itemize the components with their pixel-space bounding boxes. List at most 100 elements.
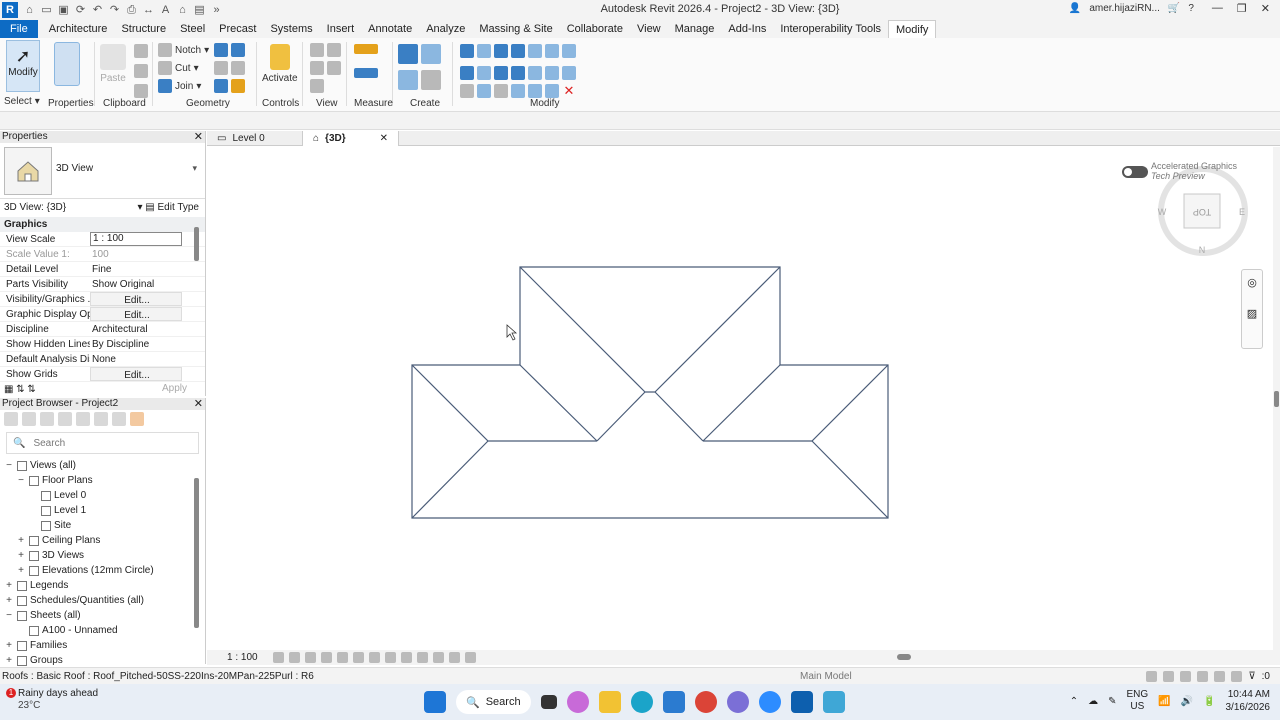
collapse-icon[interactable]: − — [4, 458, 14, 473]
property-value[interactable]: 1 : 100 — [90, 232, 182, 246]
revit-app-icon[interactable] — [790, 691, 813, 713]
volume-icon[interactable]: 🔊 — [1181, 696, 1193, 707]
view-scale[interactable]: 1 : 100 — [227, 650, 258, 665]
maximize-icon[interactable]: ❐ — [1237, 2, 1247, 15]
tab-steel[interactable]: Steel — [173, 20, 212, 38]
graphics-section[interactable]: Graphics — [0, 217, 205, 232]
view-tool-1[interactable] — [310, 43, 341, 57]
analytical-icon[interactable] — [448, 652, 460, 663]
close-icon[interactable]: ✕ — [194, 131, 203, 143]
navigation-bar[interactable]: ◎ ▨ — [1241, 269, 1263, 349]
notch-button[interactable]: Notch ▾ — [158, 43, 209, 57]
property-row[interactable]: Scale Value 1: 100 — [0, 247, 205, 262]
property-row[interactable]: Default Analysis Dis...None — [0, 352, 205, 367]
tree-item[interactable]: − Sheets (all) — [0, 608, 205, 623]
taskbar-search[interactable]: 🔍 Search — [456, 690, 531, 714]
expand-icon[interactable]: + — [16, 548, 26, 563]
visual-style-icon[interactable] — [288, 652, 300, 663]
expand-icon[interactable]: + — [4, 653, 14, 668]
tab-insert[interactable]: Insert — [320, 20, 362, 38]
property-row[interactable]: Detail Level Fine — [0, 262, 205, 277]
tab-annotate[interactable]: Annotate — [361, 20, 419, 38]
apply-button[interactable]: Apply — [162, 383, 187, 394]
tab-interoperability-tools[interactable]: Interoperability Tools — [773, 20, 888, 38]
tab-analyze[interactable]: Analyze — [419, 20, 472, 38]
cart-icon[interactable]: 🛒 — [1168, 3, 1180, 14]
measure-icon[interactable]: ↔ — [141, 3, 156, 17]
measure-line-icon[interactable] — [354, 68, 378, 78]
property-row[interactable]: Parts Visibility Show Original — [0, 277, 205, 292]
properties-scrollbar[interactable] — [194, 227, 199, 261]
roof-plan-drawing[interactable]: TOP N W E — [207, 147, 1273, 650]
browser-scrollbar[interactable] — [194, 478, 199, 628]
create-parts-icon[interactable] — [398, 70, 441, 90]
aligned-dimension-icon[interactable] — [354, 44, 378, 54]
link-icon[interactable] — [130, 412, 144, 426]
tab-massing-site[interactable]: Massing & Site — [472, 20, 559, 38]
property-value[interactable]: Fine — [90, 262, 182, 276]
edit-button[interactable]: Edit... — [90, 307, 182, 321]
redo-icon[interactable]: ↷ — [107, 3, 122, 17]
collapse-icon[interactable]: − — [16, 473, 26, 488]
battery-icon[interactable]: 🔋 — [1203, 696, 1215, 707]
open-icon[interactable]: ▭ — [39, 3, 54, 17]
tree-item[interactable]: − Floor Plans — [0, 473, 205, 488]
tree-item[interactable]: − Views (all) — [0, 458, 205, 473]
edit-button[interactable]: Edit... — [90, 292, 182, 306]
undo-icon[interactable]: ↶ — [90, 3, 105, 17]
zoom-app-icon[interactable] — [758, 691, 781, 713]
steering-wheel-icon[interactable]: ◎ — [1242, 276, 1262, 289]
cut-button[interactable]: Cut ▾ — [158, 61, 199, 75]
move-icon[interactable] — [460, 66, 576, 80]
geometry-tool-1[interactable] — [214, 43, 245, 57]
user-name[interactable]: amer.hijaziRN... — [1089, 3, 1160, 14]
copy-icon[interactable] — [134, 64, 148, 78]
home-icon[interactable] — [4, 412, 18, 426]
wifi-icon[interactable]: 📶 — [1158, 696, 1170, 707]
expand-icon[interactable]: + — [4, 638, 14, 653]
chrome-icon[interactable] — [694, 691, 717, 713]
active-model[interactable]: Main Model — [800, 668, 852, 685]
user-icon[interactable]: 👤 — [1069, 3, 1081, 14]
task-view-icon[interactable] — [540, 695, 557, 709]
rotate-icon[interactable]: ✕ — [460, 84, 576, 98]
edit-type-button[interactable]: ▾ ▤ Edit Type — [137, 199, 199, 217]
tab-manage[interactable]: Manage — [668, 20, 722, 38]
pen-icon[interactable]: ✎ — [1108, 696, 1116, 707]
drawing-canvas[interactable]: TOP N W E Accelerated Graphics Tech Prev… — [207, 147, 1273, 650]
category-icons[interactable]: ▦ ⇅ ⇅ — [4, 384, 36, 395]
tab-systems[interactable]: Systems — [263, 20, 319, 38]
align-icon[interactable] — [460, 44, 576, 58]
highlight-icon[interactable] — [432, 652, 444, 663]
tab-add-ins[interactable]: Add-Ins — [721, 20, 773, 38]
property-row[interactable]: Visibility/Graphics ... Edit... — [0, 292, 205, 307]
help-icon[interactable]: ? — [1188, 3, 1194, 14]
switch-windows-icon[interactable]: ▤ — [192, 3, 207, 17]
property-value[interactable]: Show Original — [90, 277, 182, 291]
expand-icon[interactable]: + — [16, 533, 26, 548]
temporary-hide-icon[interactable] — [400, 652, 412, 663]
tree-item[interactable]: + Schedules/Quantities (all) — [0, 593, 205, 608]
create-assembly-icon[interactable] — [398, 44, 441, 64]
tree-item[interactable]: + Legends — [0, 578, 205, 593]
show-crop-icon[interactable] — [368, 652, 380, 663]
tree-item[interactable]: Level 1 — [0, 503, 205, 518]
view-tool-2[interactable] — [310, 61, 341, 75]
crop-icon[interactable] — [352, 652, 364, 663]
viewcube-face[interactable]: TOP — [1193, 207, 1211, 217]
weather-widget[interactable]: Rainy days ahead 23°C — [18, 688, 98, 712]
select-dropdown[interactable]: Select ▾ — [4, 96, 40, 107]
reveal-hidden-icon[interactable] — [416, 652, 428, 663]
canvas-vertical-scrollbar[interactable] — [1273, 147, 1280, 650]
edit-button[interactable]: Edit... — [90, 367, 182, 381]
detail-level-icon[interactable] — [272, 652, 284, 663]
filter-icon[interactable]: ⊽ — [1248, 668, 1255, 685]
properties-button[interactable] — [54, 42, 80, 86]
tree-item[interactable]: +3D Views — [0, 548, 205, 563]
view-tool-3[interactable] — [310, 79, 324, 93]
app-icon[interactable] — [726, 691, 749, 713]
tree-item[interactable]: A100 - Unnamed — [0, 623, 205, 638]
schedules-icon[interactable] — [58, 412, 72, 426]
chevron-down-icon[interactable]: ▾ — [192, 163, 197, 174]
tab-precast[interactable]: Precast — [212, 20, 263, 38]
